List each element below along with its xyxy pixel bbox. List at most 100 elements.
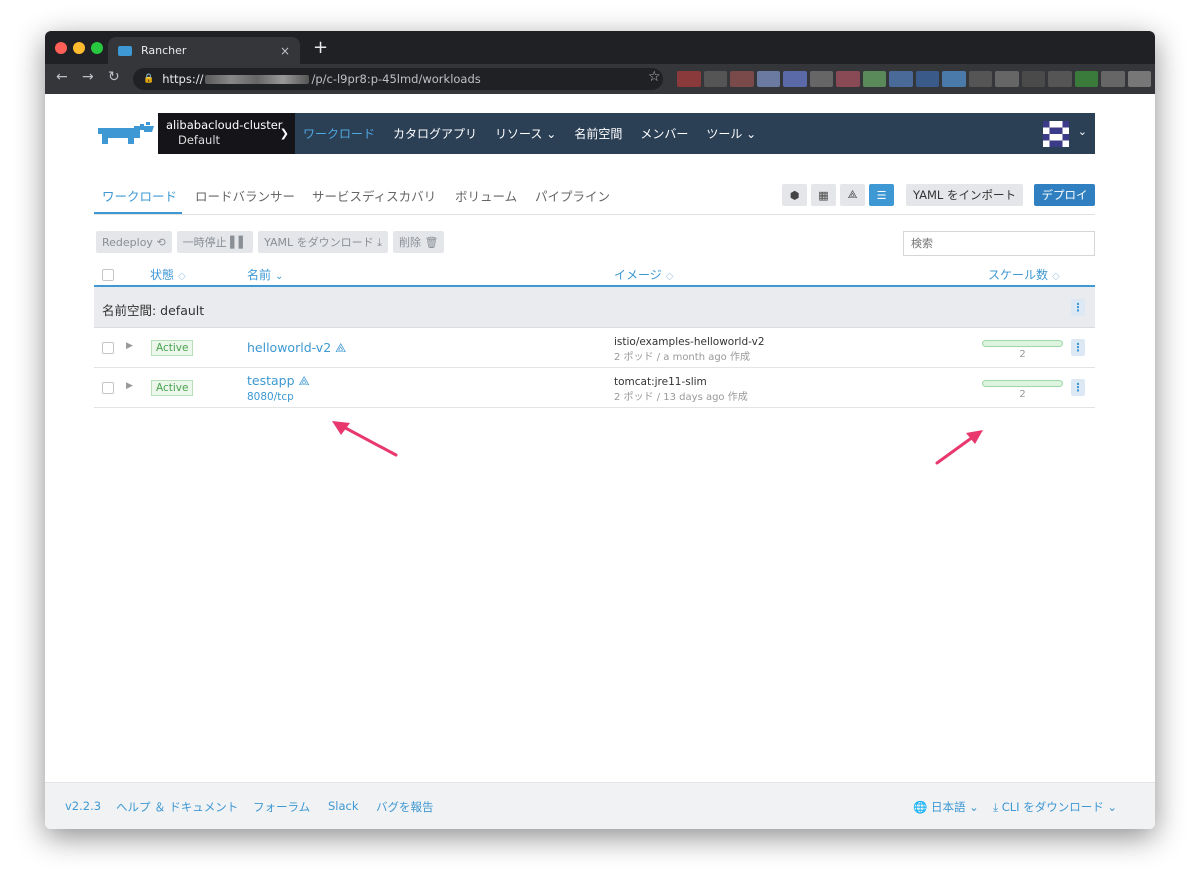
scale-value: 2 xyxy=(1019,389,1026,400)
url-path: /p/c-l9pr8:p-45lmd/workloads xyxy=(311,72,481,86)
node-view-icon[interactable]: ⬢ xyxy=(782,184,807,206)
tab-load-balancers[interactable]: ロードバランサー xyxy=(195,186,295,205)
table-row: ▶ Active testapp ⟁ 8080/tcp tomcat:jre11… xyxy=(94,368,1095,408)
browser-window: Rancher × + ← → ↻ 🔒 https:// /p/c-l9pr8:… xyxy=(45,31,1155,829)
browser-tabbar: Rancher × + xyxy=(45,31,1155,64)
download-yaml-button[interactable]: YAML をダウンロード ⤓ xyxy=(258,231,388,253)
image-name: istio/examples-helloworld-v2 xyxy=(614,336,765,348)
url-input[interactable]: 🔒 https:// /p/c-l9pr8:p-45lmd/workloads xyxy=(133,68,663,90)
tab-workloads[interactable]: ワークロード xyxy=(102,186,177,205)
address-bar: ← → ↻ 🔒 https:// /p/c-l9pr8:p-45lmd/work… xyxy=(45,64,1155,94)
url-redacted xyxy=(205,74,310,84)
tab-pipelines[interactable]: パイプライン xyxy=(535,186,610,205)
cluster-project-selector[interactable]: alibabacloud-cluster Default ❯ xyxy=(158,113,295,154)
language-selector[interactable]: 🌐 日本語 ⌄ xyxy=(913,799,979,815)
group-actions-kebab-icon[interactable]: ⋮ xyxy=(1071,299,1085,316)
table-row: ▶ Active helloworld-v2 ⟁ istio/examples-… xyxy=(94,328,1095,368)
chevron-down-icon: ❯ xyxy=(279,127,289,140)
scale-bar xyxy=(982,380,1063,387)
workload-name-link[interactable]: helloworld-v2 ⟁ xyxy=(247,340,346,356)
browser-tab[interactable]: Rancher × xyxy=(108,37,300,64)
menu-workloads[interactable]: ワークロード xyxy=(303,125,375,142)
search-input[interactable] xyxy=(903,231,1095,256)
status-badge: Active xyxy=(151,380,194,396)
avatar-chevron-down-icon[interactable]: ⌄ xyxy=(1078,125,1087,138)
close-window-icon[interactable] xyxy=(55,42,67,54)
namespace-group-row: 名前空間: default ⋮ xyxy=(94,287,1095,328)
column-scale[interactable]: スケール数 ◇ xyxy=(988,266,1060,283)
lock-icon: 🔒 xyxy=(143,74,155,84)
delete-button[interactable]: 削除 🗑 xyxy=(392,231,445,253)
column-name[interactable]: 名前 ⌄ xyxy=(247,266,283,283)
footer: v2.2.3 ヘルプ ＆ ドキュメント フォーラム Slack バグを報告 🌐 … xyxy=(45,782,1155,829)
group-view-icon[interactable]: ⟁ xyxy=(840,184,865,206)
cluster-name: alibabacloud-cluster xyxy=(166,118,283,132)
column-image[interactable]: イメージ ◇ xyxy=(614,266,673,283)
expand-row-icon[interactable]: ▶ xyxy=(126,341,133,351)
sort-icon: ◇ xyxy=(1052,271,1060,282)
workload-name-link[interactable]: testapp ⟁ xyxy=(247,373,310,389)
pod-meta: 2 ポッド / 13 days ago 作成 xyxy=(614,392,748,403)
annotation-arrow-scale xyxy=(935,430,983,465)
url-prefix: https:// xyxy=(162,72,204,86)
row-checkbox[interactable] xyxy=(102,382,114,394)
row-actions-kebab-icon[interactable]: ⋮ xyxy=(1071,379,1085,396)
menu-namespaces[interactable]: 名前空間 xyxy=(574,125,622,142)
import-yaml-button[interactable]: YAML をインポート xyxy=(906,184,1023,206)
row-checkbox[interactable] xyxy=(102,342,114,354)
scale-value: 2 xyxy=(1019,349,1026,360)
image-name: tomcat:jre11-slim xyxy=(614,376,707,388)
forward-icon[interactable]: → xyxy=(82,69,94,85)
status-badge: Active xyxy=(151,340,194,356)
rancher-logo-icon[interactable] xyxy=(94,120,156,148)
globe-icon: 🌐 xyxy=(913,800,928,814)
sort-icon: ⌄ xyxy=(275,271,284,282)
version-link[interactable]: v2.2.3 xyxy=(65,799,101,813)
row-actions-kebab-icon[interactable]: ⋮ xyxy=(1071,339,1085,356)
rancher-favicon-icon xyxy=(118,45,132,56)
select-all-checkbox[interactable] xyxy=(102,269,114,281)
namespace-view-icon[interactable]: ☰ xyxy=(869,184,894,206)
main-menu: ワークロード カタログアプリ リソース ⌄ 名前空間 メンバー ツール ⌄ ⌄ xyxy=(295,113,1095,154)
bulk-actions: Redeploy ⟲ 一時停止 ▌▌ YAML をダウンロード ⤓ 削除 🗑 xyxy=(96,231,445,253)
table-header: 状態 ◇ 名前 ⌄ イメージ ◇ スケール数 ◇ xyxy=(94,262,1095,287)
workload-subtabs: ワークロード ロードバランサー サービスディスカバリ ボリューム パイプライン … xyxy=(94,180,1095,215)
sort-icon: ◇ xyxy=(178,271,186,282)
user-avatar[interactable] xyxy=(1043,121,1069,147)
service-discovery-icon: ⟁ xyxy=(298,373,310,388)
forum-link[interactable]: フォーラム xyxy=(253,799,310,815)
tab-service-discovery[interactable]: サービスディスカバリ xyxy=(312,186,436,205)
new-tab-button[interactable]: + xyxy=(313,37,328,59)
menu-tools[interactable]: ツール ⌄ xyxy=(706,125,756,142)
service-discovery-icon: ⟁ xyxy=(335,340,347,355)
minimize-window-icon[interactable] xyxy=(73,42,85,54)
namespace-group-label: 名前空間: default xyxy=(102,303,205,318)
reload-icon[interactable]: ↻ xyxy=(108,69,120,85)
maximize-window-icon[interactable] xyxy=(91,42,103,54)
bookmark-star-icon[interactable]: ☆ xyxy=(648,69,661,85)
sort-icon: ◇ xyxy=(665,271,674,282)
slack-link[interactable]: Slack xyxy=(328,799,359,813)
top-navigation: alibabacloud-cluster Default ❯ ワークロード カタ… xyxy=(94,113,1095,154)
rancher-app: alibabacloud-cluster Default ❯ ワークロード カタ… xyxy=(45,94,1155,829)
workloads-table: 状態 ◇ 名前 ⌄ イメージ ◇ スケール数 ◇ 名前空間: default ⋮ ▶ A… xyxy=(94,262,1095,408)
menu-members[interactable]: メンバー xyxy=(640,125,688,142)
workload-port-link[interactable]: 8080/tcp xyxy=(247,391,294,403)
scale-bar xyxy=(982,340,1063,347)
tab-close-icon[interactable]: × xyxy=(280,44,290,58)
help-docs-link[interactable]: ヘルプ ＆ ドキュメント xyxy=(116,799,238,815)
list-view-icon[interactable]: ▦ xyxy=(811,184,836,206)
download-cli-link[interactable]: ⤓ CLI をダウンロード ⌄ xyxy=(993,799,1117,815)
column-state[interactable]: 状態 ◇ xyxy=(150,266,186,283)
deploy-button[interactable]: デプロイ xyxy=(1034,184,1095,206)
bug-report-link[interactable]: バグを報告 xyxy=(376,799,434,815)
menu-resources[interactable]: リソース ⌄ xyxy=(495,125,556,142)
tab-volumes[interactable]: ボリューム xyxy=(455,186,517,205)
expand-row-icon[interactable]: ▶ xyxy=(126,381,133,391)
menu-catalog-apps[interactable]: カタログアプリ xyxy=(393,125,477,142)
project-name: Default xyxy=(178,133,221,147)
pause-button[interactable]: 一時停止 ▌▌ xyxy=(176,231,254,253)
extensions-redacted xyxy=(677,71,1151,87)
back-icon[interactable]: ← xyxy=(56,69,68,85)
redeploy-button[interactable]: Redeploy ⟲ xyxy=(96,231,172,253)
